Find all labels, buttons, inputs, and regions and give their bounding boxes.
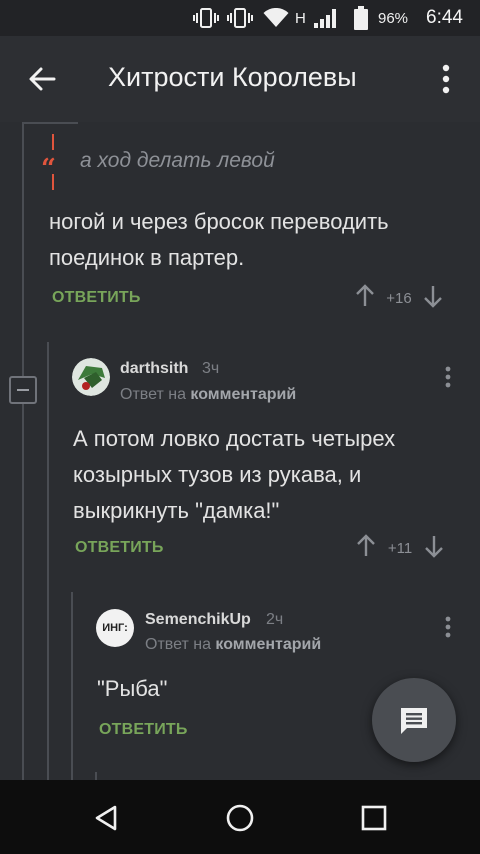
- thread-line: [47, 342, 49, 780]
- score: +11: [387, 540, 413, 557]
- vibrate-icon: [227, 0, 253, 36]
- author-name[interactable]: SemenchikUp: [145, 611, 251, 629]
- avatar[interactable]: [72, 358, 110, 396]
- vote-controls: +11: [355, 534, 445, 563]
- reply-to-link[interactable]: комментарий: [215, 636, 321, 653]
- arrow-back-icon[interactable]: [26, 63, 58, 95]
- thread-line: [22, 122, 78, 124]
- more-vert-icon[interactable]: [443, 365, 453, 391]
- score: +16: [386, 290, 412, 307]
- wifi-icon: [263, 0, 289, 36]
- network-type: H: [295, 9, 306, 27]
- upvote-icon[interactable]: [354, 284, 376, 313]
- status-bar: H 96% 6:44: [0, 0, 480, 36]
- reply-to-prefix: Ответ на: [120, 386, 186, 403]
- reply-to: Ответ на комментарий: [145, 636, 321, 654]
- quote-bar: [52, 174, 54, 190]
- thread-line: [22, 122, 24, 780]
- vote-controls: +16: [354, 284, 444, 313]
- comment-body: ногой и через бросок переводить поединок…: [49, 209, 389, 270]
- vibrate-icon: [193, 0, 219, 36]
- quote-bar: [52, 134, 54, 150]
- upvote-icon[interactable]: [355, 534, 377, 563]
- home-circle-icon[interactable]: [220, 798, 260, 838]
- app-bar: Хитрости Королевы: [0, 36, 480, 122]
- system-nav-bar: [0, 780, 480, 854]
- downvote-icon[interactable]: [422, 284, 444, 313]
- thread-line: [71, 592, 73, 780]
- battery-percent: 96%: [378, 9, 409, 27]
- reply-button[interactable]: ОТВЕТИТЬ: [99, 721, 188, 739]
- signal-icon: [312, 0, 340, 36]
- clock: 6:44: [426, 7, 463, 28]
- comment-icon: [401, 708, 427, 734]
- more-vert-icon[interactable]: [430, 60, 462, 98]
- avatar-text: ИНГ:: [102, 622, 128, 634]
- quote-text: а ход делать левой: [80, 149, 275, 172]
- comment-body: А потом ловко достать четырех козырных т…: [73, 426, 396, 523]
- back-triangle-icon[interactable]: [86, 798, 126, 838]
- comment-time: 3ч: [202, 360, 220, 377]
- reply-to-link[interactable]: комментарий: [190, 386, 296, 403]
- comment-time: 2ч: [266, 611, 284, 628]
- author-name[interactable]: darthsith: [120, 360, 188, 378]
- thread-line: [95, 772, 97, 780]
- avatar[interactable]: ИНГ:: [96, 609, 134, 647]
- comment-body: "Рыба": [97, 676, 168, 701]
- add-comment-button[interactable]: [372, 678, 456, 762]
- reply-to-prefix: Ответ на: [145, 636, 211, 653]
- more-vert-icon[interactable]: [443, 615, 453, 641]
- reply-to: Ответ на комментарий: [120, 386, 296, 404]
- collapse-thread-button[interactable]: [9, 376, 37, 404]
- reply-button[interactable]: ОТВЕТИТЬ: [52, 289, 141, 307]
- reply-button[interactable]: ОТВЕТИТЬ: [75, 539, 164, 557]
- page-title: Хитрости Королевы: [108, 62, 357, 92]
- recents-square-icon[interactable]: [354, 798, 394, 838]
- battery-icon: [354, 0, 368, 36]
- downvote-icon[interactable]: [423, 534, 445, 563]
